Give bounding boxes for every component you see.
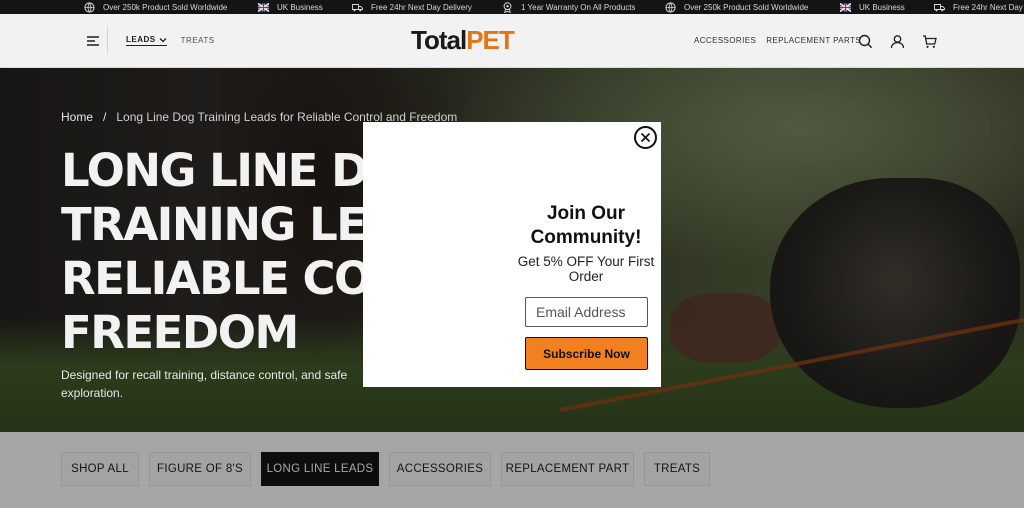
- hero-description: Designed for recall training, distance c…: [61, 368, 348, 400]
- announcement-item: 1 Year Warranty On All Products: [502, 0, 635, 14]
- popup-title: Join Our Community!: [530, 203, 642, 248]
- uk-flag-icon: [840, 2, 851, 13]
- announcement-item: Free 24hr Next Day Delivery: [352, 0, 472, 14]
- modal-overlay-header: [0, 14, 1024, 68]
- globe-icon: [665, 1, 676, 13]
- uk-flag-icon: [258, 2, 269, 13]
- breadcrumb-home[interactable]: Home: [61, 110, 93, 124]
- subscribe-button[interactable]: Subscribe Now: [525, 337, 648, 370]
- delivery-truck-icon: [352, 2, 363, 13]
- announcement-item: Over 250k Product Sold Worldwide: [665, 0, 808, 14]
- announcement-text: Free 24hr Next Day Delivery: [371, 2, 472, 12]
- warranty-badge-icon: [502, 1, 513, 13]
- announcement-text: Free 24hr Next Day Delivery: [953, 2, 1024, 12]
- email-field[interactable]: [525, 297, 648, 327]
- breadcrumb-separator: /: [103, 110, 107, 124]
- close-button[interactable]: [634, 126, 657, 149]
- close-icon: [640, 132, 651, 143]
- announcement-text: Over 250k Product Sold Worldwide: [103, 2, 228, 12]
- announcement-text: UK Business: [277, 2, 323, 12]
- announcement-item: Over 250k Product Sold Worldwide: [84, 0, 227, 14]
- modal-overlay-bottom[interactable]: [0, 432, 1024, 508]
- announcement-item: UK Business: [840, 0, 905, 14]
- announcement-item: UK Business: [258, 0, 323, 14]
- announcement-bar: Over 250k Product Sold Worldwide UK Busin…: [0, 0, 1024, 14]
- announcement-text: UK Business: [859, 2, 905, 12]
- popup-subtitle: Get 5% OFF Your First Order: [517, 254, 655, 284]
- globe-icon: [84, 1, 95, 13]
- announcement-text: 1 Year Warranty On All Products: [521, 2, 636, 12]
- announcement-text: Over 250k Product Sold Worldwide: [684, 2, 809, 12]
- page: Over 250k Product Sold Worldwide UK Busin…: [0, 0, 1024, 508]
- newsletter-popup: Join Our Community! Get 5% OFF Your Firs…: [363, 122, 661, 387]
- category-bar: SHOP ALL FIGURE OF 8'S LONG LINE LEADS A…: [0, 432, 1024, 508]
- announcement-item: Free 24hr Next Day Delivery: [934, 0, 1024, 14]
- delivery-truck-icon: [934, 2, 945, 13]
